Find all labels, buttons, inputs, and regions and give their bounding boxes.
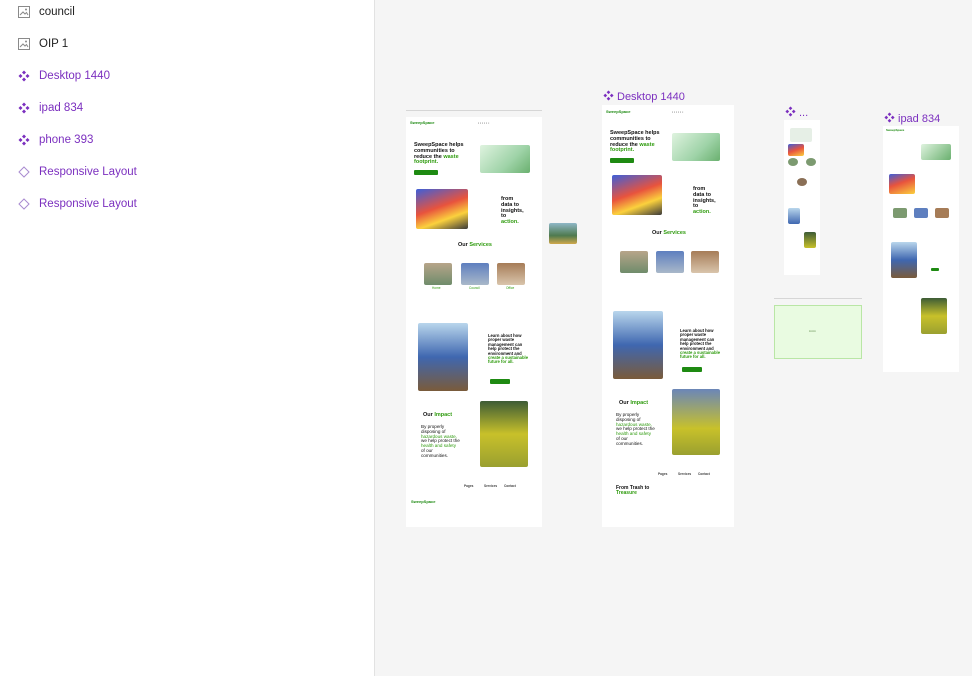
service-image (797, 178, 807, 186)
tablet-chart-illustration (788, 144, 804, 156)
learn-cta-button[interactable] (490, 379, 510, 384)
image-icon (18, 38, 30, 50)
service-image (806, 158, 816, 166)
service-council-label: Council (469, 286, 480, 290)
footer-services: Services (678, 472, 692, 476)
design-canvas[interactable]: SweepSpace ▪ ▪ ▪ ▪ ▪ ▪ SweepSpace helps … (376, 0, 972, 676)
site-nav: ▪ ▪ ▪ ▪ ▪ ▪ (478, 121, 490, 125)
footer-logo: SweepSpace (411, 499, 436, 504)
layer-responsive-layout[interactable]: Responsive Layout (0, 156, 375, 188)
component-icon (18, 134, 30, 146)
component-icon (18, 70, 30, 82)
truck-illustration (480, 145, 530, 173)
learn-cta-button[interactable] (931, 268, 939, 271)
learn-cta-button[interactable] (682, 367, 702, 372)
frame-ruler (774, 298, 862, 299)
layer-phone-393[interactable]: phone 393 (0, 124, 375, 156)
tablet-chart-illustration (612, 175, 662, 215)
service-office-image (691, 251, 719, 273)
impact-building-image (672, 389, 720, 455)
site-nav: ▪ ▪ ▪ ▪ ▪ ▪ (672, 110, 684, 114)
frame-label-ipad[interactable]: ipad 834 (884, 112, 940, 126)
frame-responsive-layout-1[interactable]: SweepSpace ▪ ▪ ▪ ▪ ▪ ▪ SweepSpace helps … (406, 117, 542, 527)
learn-heading: Learn about how proper waste management ca… (488, 333, 529, 365)
layer-label: Responsive Layout (39, 166, 137, 178)
impact-heading: Our Impact (423, 412, 453, 418)
services-heading: Our Services (458, 242, 492, 248)
footer-contact: Contact (504, 484, 516, 488)
instance-icon (18, 198, 30, 210)
worker-image (613, 311, 663, 379)
hero-heading: SweepSpace helps communities to reduce th… (610, 130, 660, 154)
frame-phone-393[interactable] (784, 120, 820, 275)
tablet-chart-illustration (416, 189, 468, 229)
service-council-image (656, 251, 684, 273)
site-logo: SweepSpace (886, 128, 905, 132)
layer-oip-1[interactable]: OIP 1 (0, 28, 375, 60)
footer-pages: Pages (464, 484, 474, 488)
site-logo: SweepSpace (410, 120, 435, 125)
truck-illustration (672, 133, 720, 161)
hero-cta-button[interactable] (414, 170, 438, 175)
placeholder-text: ▪▪▪▪▪▪ (809, 329, 816, 333)
service-image (914, 208, 928, 218)
layer-label: OIP 1 (39, 38, 69, 50)
service-home-image (620, 251, 648, 273)
service-home-label: Home (432, 286, 441, 290)
impact-text: By properly disposing of hazardous waste, w… (421, 424, 460, 458)
services-heading: Our Services (652, 230, 686, 236)
data-heading: from data to insights, to action. (693, 186, 716, 216)
worker-image (788, 208, 800, 224)
hero-cta-button[interactable] (610, 158, 634, 163)
service-council-image (461, 263, 489, 285)
component-icon (884, 112, 895, 126)
frame-ipad-834[interactable]: SweepSpace (883, 126, 959, 372)
layer-label: Desktop 1440 (39, 70, 110, 82)
component-icon (785, 106, 796, 120)
layer-label: council (39, 6, 75, 18)
footer-pages: Pages (658, 472, 668, 476)
footer-services: Services (484, 484, 498, 488)
service-image (893, 208, 907, 218)
layer-council[interactable]: council (0, 0, 375, 28)
service-office-label: Office (506, 286, 515, 290)
impact-text: By properly disposing of hazardous waste, w… (616, 412, 655, 446)
frame-responsive-layout-2[interactable]: ▪▪▪▪▪▪ (774, 305, 862, 359)
layer-ipad-834[interactable]: ipad 834 (0, 92, 375, 124)
frame-ruler (406, 110, 542, 111)
layers-panel: council OIP 1 Desktop 1440 ipad 834 phon… (0, 0, 375, 676)
site-logo: SweepSpace (606, 109, 631, 114)
hero-block (790, 128, 812, 142)
oip-1-image[interactable] (549, 223, 577, 244)
worker-image (891, 242, 917, 278)
impact-bins-image (921, 298, 947, 334)
frame-desktop-1440[interactable]: SweepSpace ▪ ▪ ▪ ▪ ▪ ▪ SweepSpace helps c… (602, 105, 734, 527)
data-heading: from data to insights, to action. (501, 196, 524, 226)
truck-illustration (921, 144, 951, 160)
service-office-image (497, 263, 525, 285)
learn-heading: Learn about how proper waste management ca… (680, 328, 721, 360)
layer-responsive-layout[interactable]: Responsive Layout (0, 188, 375, 220)
impact-bins-image (480, 401, 528, 467)
worker-image (418, 323, 468, 391)
instance-icon (18, 166, 30, 178)
impact-bins-image (804, 232, 816, 248)
service-image (935, 208, 949, 218)
component-icon (603, 90, 614, 104)
layer-label: Responsive Layout (39, 198, 137, 210)
tablet-chart-illustration (889, 174, 915, 194)
layer-label: ipad 834 (39, 102, 84, 114)
frame-label-phone[interactable]: ... (785, 106, 808, 120)
service-image (788, 158, 798, 166)
footer-tagline: From Trash to Treasure (616, 485, 650, 497)
frame-label-desktop[interactable]: Desktop 1440 (603, 90, 685, 104)
hero-heading: SweepSpace helps communities to reduce t… (414, 142, 464, 166)
impact-heading: Our Impact (619, 400, 649, 406)
service-home-image (424, 263, 452, 285)
footer-contact: Contact (698, 472, 710, 476)
layer-desktop-1440[interactable]: Desktop 1440 (0, 60, 375, 92)
layer-label: phone 393 (39, 134, 94, 146)
image-icon (18, 6, 30, 18)
component-icon (18, 102, 30, 114)
